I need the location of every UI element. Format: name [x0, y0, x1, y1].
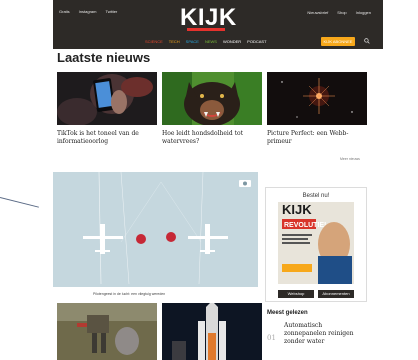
top-link[interactable]: Gratis — [59, 9, 70, 14]
card-title[interactable]: TikTok is het toneel van de informatieoo… — [57, 130, 157, 146]
magazine-cover[interactable]: KIJK REVOLUTIE! — [278, 202, 354, 284]
search-icon[interactable] — [364, 38, 370, 44]
rocket-image — [162, 303, 262, 360]
nav-item-podcast[interactable]: PODCAST — [247, 39, 266, 44]
card-title[interactable]: Hoe leidt hondsdolheid tot watervrees? — [162, 130, 262, 146]
subscribe-magazine-button[interactable]: Abonnementen — [318, 290, 354, 298]
most-read-title: Meest gelezen — [267, 310, 308, 316]
nav-item-space[interactable]: SPACE — [186, 39, 199, 44]
more-news-link[interactable]: Meer nieuws — [340, 157, 360, 161]
bottom-card-image-rocket[interactable] — [162, 303, 262, 360]
top-link[interactable]: Instagram — [79, 9, 97, 14]
main-nav: SCIENCE TECH SPACE NEWS WONDER PODCAST — [145, 39, 267, 44]
subscribe-button[interactable]: KIJK ABONNEE — [321, 37, 355, 46]
card-image-tiktok[interactable] — [57, 72, 157, 125]
feature-image[interactable] — [53, 172, 258, 287]
feature-caption: Pilotengeest in de lucht: een vliegtuig … — [93, 292, 166, 296]
nav-item-tech[interactable]: TECH — [169, 39, 180, 44]
cover-headline: REVOLUTIE! — [284, 222, 326, 229]
nav-item-science[interactable]: SCIENCE — [145, 39, 163, 44]
top-links: Gratis Instagram Twitter — [59, 9, 117, 14]
section-title: Laatste nieuws — [57, 50, 151, 65]
kijk-website: Gratis Instagram Twitter KIJK Nieuwsbrie… — [53, 0, 383, 360]
cover-logo: KIJK — [282, 202, 312, 217]
login-link[interactable]: Inloggen — [356, 10, 371, 15]
magazine-heading: Bestel nu! — [302, 193, 330, 199]
nav-item-news[interactable]: NEWS — [205, 39, 217, 44]
site-header: Gratis Instagram Twitter KIJK Nieuwsbrie… — [53, 0, 383, 49]
nav-item-wonder[interactable]: WONDER — [223, 39, 241, 44]
card-title[interactable]: Picture Perfect: een Webb-primeur — [267, 130, 367, 146]
shop-link[interactable]: Shop — [337, 10, 346, 15]
right-links: Nieuwsbrief Shop Inloggen — [307, 10, 371, 15]
phone-image — [57, 72, 157, 125]
top-link[interactable]: Twitter — [105, 9, 117, 14]
star-image — [267, 72, 367, 125]
site-logo[interactable]: KIJK — [180, 4, 237, 31]
card-image-webb[interactable] — [267, 72, 367, 125]
camera-icon — [239, 180, 251, 187]
most-read-item[interactable]: Automatisch zonnepanelen reinigen zonder… — [284, 322, 366, 346]
magazine-box: Bestel nu! KIJK REVOLUTIE! Webshop Abonn… — [265, 187, 367, 302]
newsletter-link[interactable]: Nieuwsbrief — [307, 10, 328, 15]
card-image-dog[interactable] — [162, 72, 262, 125]
robot-image — [57, 303, 157, 360]
cover-art: KIJK REVOLUTIE! — [278, 202, 354, 284]
dog-image — [162, 72, 262, 125]
logo-underline — [187, 28, 225, 31]
aircraft-image — [53, 172, 258, 287]
connector-line — [0, 197, 39, 208]
webshop-button[interactable]: Webshop — [278, 290, 314, 298]
most-read-number: 01 — [267, 334, 276, 342]
logo-text: KIJK — [180, 4, 237, 31]
bottom-card-image-robot[interactable] — [57, 303, 157, 360]
